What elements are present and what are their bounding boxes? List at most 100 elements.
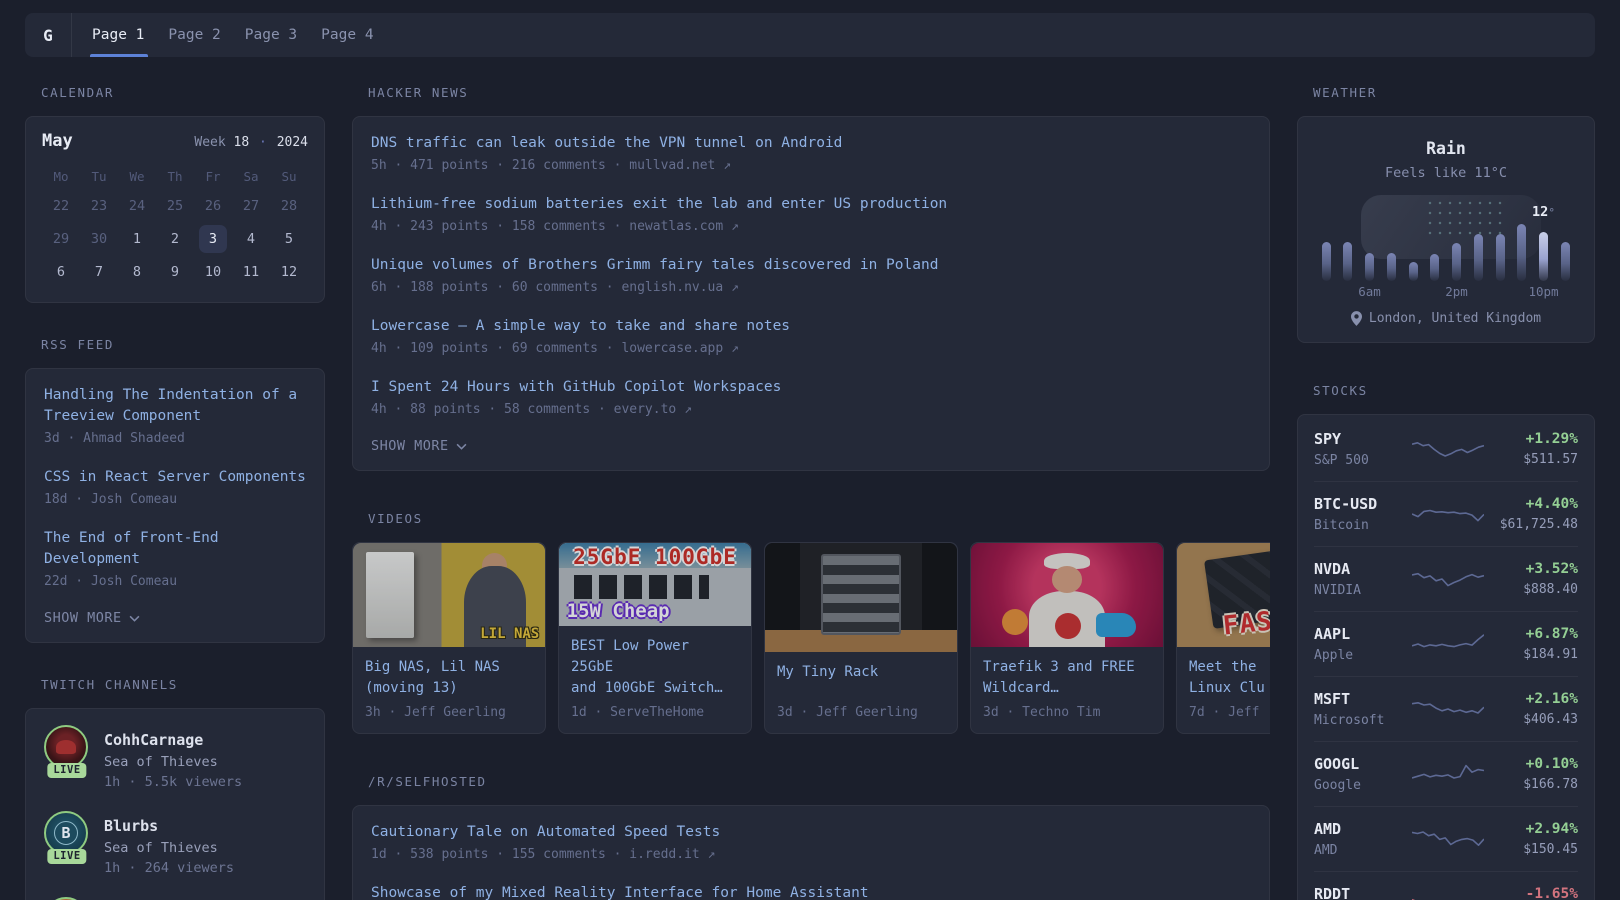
twitch-channel-viewers: 1h · 264 viewers xyxy=(104,860,234,876)
calendar-month: May xyxy=(42,131,73,151)
nav-tab-label: Page 4 xyxy=(321,27,373,43)
calendar-day: 30 xyxy=(91,231,107,247)
hackernews-item-meta: 6h · 188 points · 60 comments · english.… xyxy=(371,280,1251,295)
twitch-channel-viewers: 1h · 5.5k viewers xyxy=(104,774,242,790)
stock-price: $888.40 xyxy=(1486,582,1578,597)
video-thumbnail: LIL NAS xyxy=(353,543,545,647)
stock-ticker: NVDA xyxy=(1314,560,1410,578)
nav-tab-label: Page 3 xyxy=(245,27,297,43)
reddit-item-link[interactable]: Cautionary Tale on Automated Speed Tests xyxy=(371,822,1251,843)
nav-tab[interactable]: Page 2 xyxy=(168,13,220,57)
twitch-channel-name: CohhCarnage xyxy=(104,731,242,749)
calendar-day-header: Tu xyxy=(91,169,106,184)
calendar-day: 11 xyxy=(243,264,259,280)
weather-bar xyxy=(1387,253,1396,281)
hackernews-item-link[interactable]: Lowercase – A simple way to take and sha… xyxy=(371,316,1251,337)
chevron-down-icon xyxy=(129,615,140,622)
stock-row[interactable]: RDDT -1.65% xyxy=(1314,871,1578,900)
reddit-item-link[interactable]: Showcase of my Mixed Reality Interface f… xyxy=(371,883,1251,900)
video-card[interactable]: 25GbE 100GbE 15W Cheap BEST Low Power 25… xyxy=(558,542,752,734)
hackernews-show-more-button[interactable]: SHOW MORE xyxy=(371,438,1251,456)
stock-change: +4.40% xyxy=(1486,496,1578,512)
stock-row[interactable]: AAPL Apple +6.87% $184.91 xyxy=(1314,611,1578,676)
stock-row[interactable]: NVDA NVIDIA +3.52% $888.40 xyxy=(1314,546,1578,611)
map-pin-icon xyxy=(1351,311,1362,326)
video-thumbnail xyxy=(971,543,1163,647)
nav-tab[interactable]: Page 3 xyxy=(245,13,297,57)
stocks-title: STOCKS xyxy=(1313,383,1595,398)
stock-company: Microsoft xyxy=(1314,713,1410,728)
rss-section: RSS FEED Handling The Indentation of a T… xyxy=(25,337,325,643)
calendar-day: 10 xyxy=(205,264,221,280)
rss-show-more-button[interactable]: SHOW MORE xyxy=(44,610,306,628)
calendar-day: 29 xyxy=(53,231,69,247)
video-card[interactable]: Traefik 3 and FREE Wildcard… 3d · Techno… xyxy=(970,542,1164,734)
rss-item-link[interactable]: CSS in React Server Components xyxy=(44,467,306,488)
calendar-day: 9 xyxy=(171,264,179,280)
hackernews-item-link[interactable]: I Spent 24 Hours with GitHub Copilot Wor… xyxy=(371,377,1251,398)
weather-time-label: 10pm xyxy=(1539,284,1548,299)
video-title: Meet the Linux Clu xyxy=(1177,647,1270,699)
weather-bar xyxy=(1517,224,1526,281)
weather-title: WEATHER xyxy=(1313,85,1595,100)
stock-change: +2.16% xyxy=(1486,691,1578,707)
rss-item-meta: 22d · Josh Comeau xyxy=(44,574,306,589)
app-logo[interactable]: G xyxy=(25,13,72,57)
weather-bar xyxy=(1343,242,1352,281)
stock-ticker: AMD xyxy=(1314,820,1410,838)
stock-row[interactable]: GOOGL Google +0.10% $166.78 xyxy=(1314,741,1578,806)
weather-temp-label: 12° xyxy=(1532,204,1555,220)
hackernews-section: HACKER NEWS DNS traffic can leak outside… xyxy=(352,85,1270,471)
video-card[interactable]: LIL NAS Big NAS, Lil NAS (moving 13) 3h … xyxy=(352,542,546,734)
stock-price: $511.57 xyxy=(1486,452,1578,467)
weather-condition: Rain xyxy=(1314,139,1578,158)
hackernews-item-link[interactable]: DNS traffic can leak outside the VPN tun… xyxy=(371,133,1251,154)
calendar-day: 23 xyxy=(91,198,107,214)
nav-tab[interactable]: Page 4 xyxy=(321,13,373,57)
nav-tab[interactable]: Page 1 xyxy=(92,13,144,57)
live-badge: LIVE xyxy=(47,849,86,864)
reddit-section: /R/SELFHOSTED Cautionary Tale on Automat… xyxy=(352,774,1270,900)
rss-item-link[interactable]: Handling The Indentation of a Treeview C… xyxy=(44,385,306,427)
hackernews-item: DNS traffic can leak outside the VPN tun… xyxy=(371,133,1251,173)
stock-sparkline xyxy=(1410,826,1486,852)
stock-sparkline xyxy=(1410,631,1486,657)
stock-company: Google xyxy=(1314,778,1410,793)
twitch-channel-row[interactable]: LIVE CohhCarnage Sea of Thieves 1h · 5.5… xyxy=(44,725,306,790)
reddit-item: Showcase of my Mixed Reality Interface f… xyxy=(371,883,1251,900)
calendar-day: 3 xyxy=(199,225,227,253)
twitch-card: LIVE CohhCarnage Sea of Thieves 1h · 5.5… xyxy=(25,708,325,900)
weather-bar xyxy=(1561,242,1570,281)
twitch-channel-name: Blurbs xyxy=(104,817,234,835)
live-badge: LIVE xyxy=(47,763,86,778)
rss-item-link[interactable]: The End of Front-End Development xyxy=(44,528,306,570)
dashboard-columns: CALENDAR May Week 18 · 2024 Mo xyxy=(0,85,1620,900)
stock-ticker: GOOGL xyxy=(1314,755,1410,773)
left-column: CALENDAR May Week 18 · 2024 Mo xyxy=(25,85,325,900)
calendar-day-header: Th xyxy=(167,169,182,184)
hackernews-card: DNS traffic can leak outside the VPN tun… xyxy=(352,116,1270,471)
stock-price: $166.78 xyxy=(1486,777,1578,792)
stock-row[interactable]: AMD AMD +2.94% $150.45 xyxy=(1314,806,1578,871)
stock-row[interactable]: SPY S&P 500 +1.29% $511.57 xyxy=(1314,417,1578,481)
weather-time-label: 2pm xyxy=(1452,284,1461,299)
stock-company: S&P 500 xyxy=(1314,453,1410,468)
calendar-day-headers: Mo Tu We Th Fr Sa Su xyxy=(42,163,308,189)
stock-row[interactable]: BTC-USD Bitcoin +4.40% $61,725.48 xyxy=(1314,481,1578,546)
calendar-day: 27 xyxy=(243,198,259,214)
twitch-channel-row[interactable]: B LIVE Blurbs Sea of Thieves 1h · 264 vi… xyxy=(44,811,306,876)
stock-row[interactable]: MSFT Microsoft +2.16% $406.43 xyxy=(1314,676,1578,741)
video-meta: 3d · Techno Tim xyxy=(971,699,1163,733)
video-card[interactable]: My Tiny Rack 3d · Jeff Geerling xyxy=(764,542,958,734)
video-title: Traefik 3 and FREE Wildcard… xyxy=(971,647,1163,699)
twitch-section: TWITCH CHANNELS LIVE CohhCarnage Sea of … xyxy=(25,677,325,900)
rss-item-meta: 18d · Josh Comeau xyxy=(44,492,306,507)
video-card[interactable]: FAS Meet the Linux Clu 7d · Jeff xyxy=(1176,542,1270,734)
stock-company: NVIDIA xyxy=(1314,583,1410,598)
weather-bar xyxy=(1322,242,1331,281)
hackernews-item-link[interactable]: Lithium-free sodium batteries exit the l… xyxy=(371,194,1251,215)
top-navbar: G Page 1 Page 2 Page 3 Page 4 xyxy=(25,13,1595,57)
stocks-section: STOCKS SPY S&P 500 +1.29% $511.57 xyxy=(1297,383,1595,900)
hackernews-item-link[interactable]: Unique volumes of Brothers Grimm fairy t… xyxy=(371,255,1251,276)
weather-time-label xyxy=(1430,284,1439,299)
